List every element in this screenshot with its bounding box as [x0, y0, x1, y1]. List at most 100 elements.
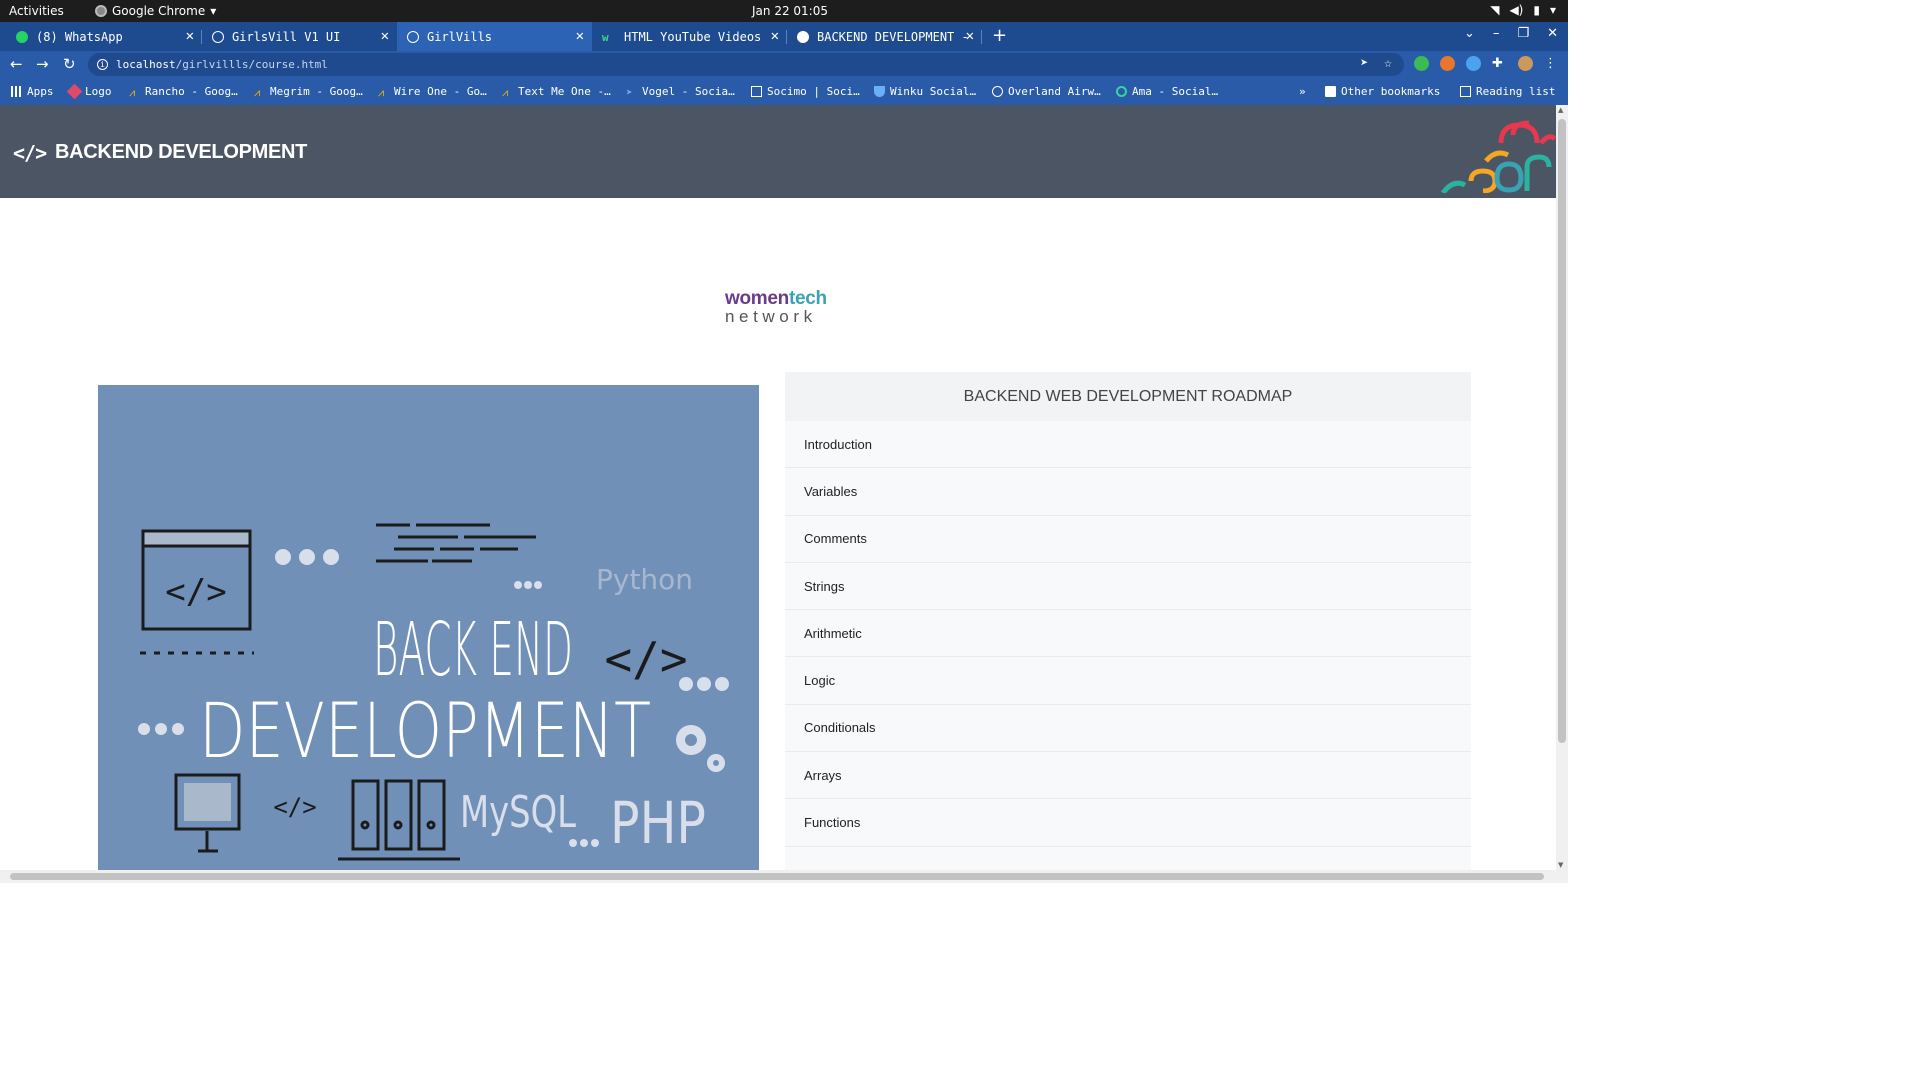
roadmap-item-arrays[interactable]: Arrays — [785, 752, 1471, 800]
close-window-icon[interactable]: ✕ — [1547, 26, 1558, 41]
close-icon[interactable]: ✕ — [576, 28, 584, 44]
bookmark-label: Winku Social… — [890, 85, 977, 98]
app-menu[interactable]: Google Chrome ▾ — [95, 4, 216, 18]
bookmarks-bar: Apps Logo ⩘ Rancho - Goog… ⩘ Megrim - Goog… — [0, 78, 1568, 105]
bookmark-label: Ama - Social… — [1132, 85, 1219, 98]
tab-whatsapp[interactable]: (8) WhatsApp ✕ — [0, 22, 202, 51]
volume-icon: ◀) — [1509, 3, 1524, 17]
roadmap-item-strings[interactable]: Strings — [785, 562, 1471, 611]
url-host: localhost — [116, 58, 176, 71]
tab-label: GirlVills — [427, 29, 493, 44]
roadmap-item-variables[interactable]: Variables — [785, 468, 1471, 516]
browser-toolbar: ← → ↻ i localhost/girlvillls/course.html… — [0, 51, 1568, 78]
small-code-tag-icon: </> — [273, 793, 316, 821]
bookmark-label: Logo — [85, 85, 112, 98]
bookmark-ama[interactable]: Ama - Social… — [1116, 85, 1218, 98]
tab-search-icon[interactable]: ⌄ — [1464, 26, 1475, 41]
close-icon[interactable]: ✕ — [966, 28, 974, 44]
close-icon[interactable]: ✕ — [381, 28, 389, 44]
folder-icon — [1325, 86, 1336, 97]
system-top-bar: Activities Google Chrome ▾ Jan 22 01:05 … — [0, 0, 1568, 22]
info-icon[interactable]: i — [97, 59, 108, 70]
mysql-label: MySQL — [460, 787, 576, 838]
activities-button[interactable]: Activities — [9, 4, 64, 18]
bookmark-label: Apps — [27, 85, 54, 98]
reading-list[interactable]: Reading list — [1460, 85, 1555, 98]
extensions-area: ✚ ⋮ — [1414, 56, 1559, 71]
horizontal-scroll-thumb[interactable] — [10, 873, 1544, 880]
web-page: </> BACKEND DEVELOPMENT womentech networ… — [0, 105, 1556, 870]
bookmark-star-icon[interactable]: ☆ — [1384, 56, 1392, 71]
bookmark-label: Megrim - Goog… — [270, 85, 363, 98]
roadmap-title: BACKEND WEB DEVELOPMENT ROADMAP — [785, 372, 1471, 421]
google-icon — [797, 30, 809, 43]
bookmark-vogel[interactable]: ➤ Vogel - Socia… — [626, 85, 735, 99]
scroll-up-icon[interactable]: ▲ — [1558, 106, 1563, 114]
vertical-scroll-thumb[interactable] — [1558, 119, 1566, 743]
bookmark-label: Reading list — [1476, 85, 1556, 98]
roadmap-item-arithmetic[interactable]: Arithmetic — [785, 610, 1471, 658]
roadmap-item-introduction[interactable]: Introduction — [785, 421, 1471, 469]
roadmap-item-conditionals[interactable]: Conditionals — [785, 704, 1471, 753]
bookmark-megrim[interactable]: ⩘ Megrim - Goog… — [254, 85, 363, 99]
system-tray[interactable]: ◥ ◀) ▮ ▾ — [1490, 3, 1556, 17]
reading-list-icon — [1460, 86, 1471, 97]
extension-green-icon[interactable] — [1414, 56, 1429, 71]
bookmark-text-me-one[interactable]: ⩘ Text Me One -… — [502, 85, 611, 99]
restore-icon[interactable]: ❐ — [1517, 26, 1529, 41]
bookmark-socimo[interactable]: Socimo | Soci… — [751, 85, 860, 98]
menu-dots-icon[interactable]: ⋮ — [1544, 56, 1559, 71]
tab-backend-development[interactable]: BACKEND DEVELOPMENT - ✕ — [787, 22, 982, 51]
bookmark-label: Rancho - Goog… — [145, 85, 238, 98]
roadmap-item-next[interactable] — [785, 846, 1471, 870]
bookmark-label: Overland Airw… — [1008, 85, 1101, 98]
backend-development-banner: </> Python BACK END DEVELOPMENT </> </> … — [98, 385, 759, 870]
ama-icon — [1116, 86, 1127, 97]
address-bar[interactable]: i localhost/girlvillls/course.html ➤ ☆ — [88, 53, 1404, 76]
bookmark-winku[interactable]: Winku Social… — [874, 85, 976, 98]
globe-icon — [212, 30, 224, 43]
scroll-down-icon[interactable]: ▼ — [1558, 861, 1563, 869]
google-fonts-icon: ⩘ — [129, 86, 136, 99]
close-icon[interactable]: ✕ — [186, 28, 194, 44]
new-tab-button[interactable]: + — [992, 25, 1007, 46]
reload-icon[interactable]: ↻ — [63, 55, 76, 73]
bookmark-rancho[interactable]: ⩘ Rancho - Goog… — [129, 85, 238, 99]
roadmap-item-functions[interactable]: Functions — [785, 799, 1471, 847]
other-bookmarks[interactable]: Other bookmarks — [1325, 85, 1440, 98]
bookmark-label: Socimo | Soci… — [767, 85, 860, 98]
bookmark-wire-one[interactable]: ⩘ Wire One - Go… — [378, 85, 487, 99]
tab-girlvills[interactable]: GirlVills ✕ — [397, 22, 592, 51]
whatsapp-icon — [16, 30, 28, 43]
close-icon[interactable]: ✕ — [771, 28, 779, 44]
roadmap-item-comments[interactable]: Comments — [785, 515, 1471, 563]
bookmark-label: Other bookmarks — [1341, 85, 1441, 98]
code-tag-icon: </> — [604, 632, 687, 686]
logo-text-tech: tech — [788, 288, 827, 309]
code-window-icon: </> — [141, 529, 252, 631]
google-fonts-icon: ⩘ — [254, 86, 261, 99]
bookmark-label: Text Me One -… — [518, 85, 611, 98]
minimize-icon[interactable]: – — [1493, 26, 1500, 41]
bookmark-apps[interactable]: Apps — [11, 85, 54, 98]
send-icon[interactable]: ➤ — [1360, 56, 1368, 71]
bookmarks-overflow-button[interactable]: » — [1299, 85, 1306, 98]
bookmark-label: Vogel - Socia… — [642, 85, 735, 98]
horizontal-scrollbar[interactable] — [0, 870, 1568, 883]
extension-c-icon[interactable] — [1466, 56, 1481, 71]
tab-girlsvill-v1-ui[interactable]: GirlsVill V1 UI ✕ — [202, 22, 397, 51]
forward-icon[interactable]: → — [36, 55, 49, 73]
avatar[interactable] — [1518, 56, 1533, 71]
vertical-scrollbar[interactable]: ▲ ▼ — [1556, 105, 1568, 870]
window-controls: ⌄ – ❐ ✕ — [1464, 26, 1558, 41]
back-icon[interactable]: ← — [10, 55, 23, 73]
python-label: Python — [596, 563, 693, 596]
puzzle-icon[interactable]: ✚ — [1492, 56, 1507, 71]
roadmap-item-logic[interactable]: Logic — [785, 657, 1471, 705]
bookmark-logo[interactable]: Logo — [66, 83, 112, 100]
tab-html-youtube-videos[interactable]: w HTML YouTube Videos ✕ — [592, 22, 787, 51]
logo-text-network: network — [725, 307, 817, 326]
clock[interactable]: Jan 22 01:05 — [752, 4, 828, 18]
bookmark-overland[interactable]: Overland Airw… — [992, 85, 1101, 98]
extension-fox-icon[interactable] — [1440, 56, 1455, 71]
